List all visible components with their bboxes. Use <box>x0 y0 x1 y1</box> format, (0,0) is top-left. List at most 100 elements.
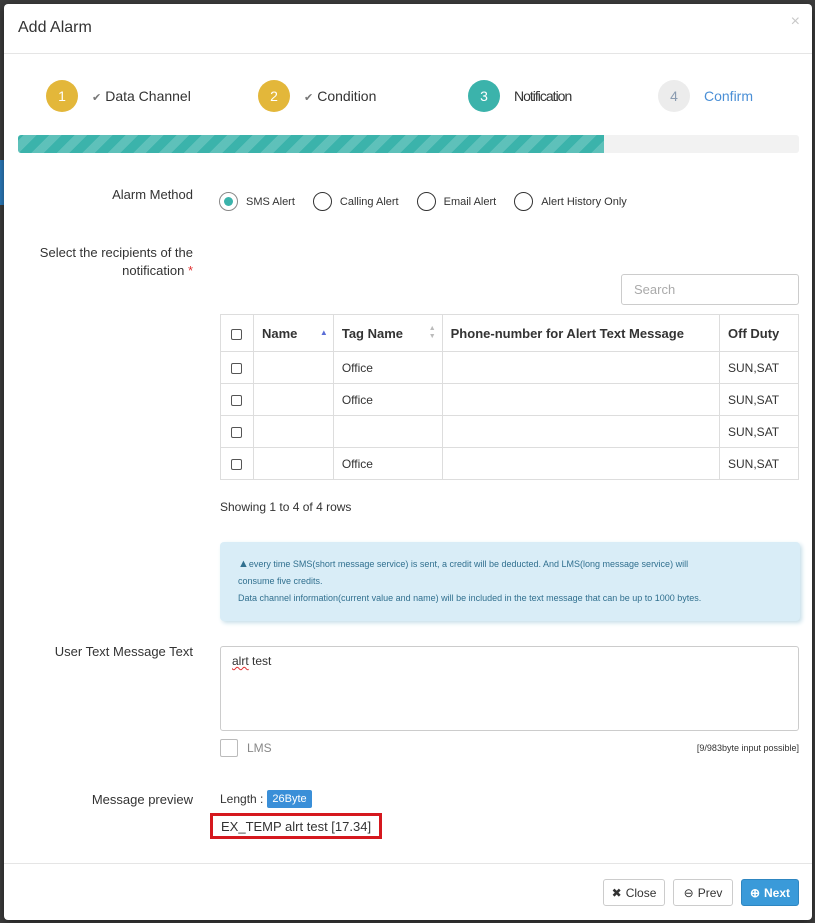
lms-label: LMS <box>247 741 272 755</box>
row-checkbox[interactable] <box>231 458 242 470</box>
radio-button[interactable] <box>312 192 332 211</box>
prev-button-label: Prev <box>697 885 723 900</box>
close-button[interactable]: ✖ Close <box>603 879 665 906</box>
dialog-header: Add Alarm × <box>4 4 812 54</box>
arrow-right-circle-icon: ⊕ <box>749 885 761 900</box>
message-preview-text: EX_TEMP alrt test [17.34] <box>210 813 383 839</box>
lms-option[interactable]: LMS <box>220 739 272 757</box>
step-confirm[interactable]: 4 Confirm <box>658 80 753 112</box>
step-data-channel[interactable]: 1 ✔ Data Channel <box>46 80 191 112</box>
row-checkbox[interactable] <box>231 362 242 374</box>
message-preview-label: Message preview <box>91 792 193 807</box>
tag-cell: Office <box>332 383 443 416</box>
phone-cell <box>441 415 721 448</box>
radio-button[interactable] <box>219 192 238 211</box>
step-label-text: Confirm <box>704 88 754 104</box>
notice-line: every time SMS(short message service) is… <box>248 559 689 569</box>
step-label-text: Notification <box>514 88 572 104</box>
check-icon: ✔ <box>92 92 102 104</box>
tag-cell: Office <box>332 351 443 384</box>
off-duty-cell: SUN,SAT <box>719 383 799 416</box>
step-label: ✔ Condition <box>304 88 376 104</box>
name-cell <box>252 447 334 480</box>
row-select-cell <box>220 383 254 416</box>
table-row[interactable]: SUN,SAT <box>220 415 799 448</box>
radio-alert-history-only[interactable]: Alert History Only <box>514 192 627 211</box>
lms-checkbox[interactable] <box>220 739 238 757</box>
step-notification[interactable]: 3 Notification <box>468 80 572 112</box>
column-header-label: Off Duty <box>728 325 780 341</box>
user-text-label: User Text Message Text <box>54 644 193 659</box>
pagination-info: Showing 1 to 4 of 4 rows <box>220 500 352 514</box>
prev-button[interactable]: ⊖ Prev <box>673 879 733 906</box>
sms-credit-notice: ▲every time SMS(short message service) i… <box>220 542 800 621</box>
arrow-left-circle-icon: ⊖ <box>683 885 694 900</box>
radio-calling-alert[interactable]: Calling Alert <box>312 192 399 211</box>
message-text: test <box>248 654 272 668</box>
close-button-label: Close <box>625 885 657 900</box>
next-button-label: Next <box>764 885 791 900</box>
tag-cell <box>332 415 443 448</box>
dialog-title: Add Alarm <box>18 19 92 36</box>
alarm-method-radio-group: SMS Alert Calling Alert Email Alert Aler… <box>219 192 645 211</box>
radio-label: Alert History Only <box>541 195 627 208</box>
required-asterisk: * <box>187 263 193 278</box>
progress-fill <box>18 135 604 153</box>
column-header-phone[interactable]: Phone-number for Alert Text Message <box>441 314 721 352</box>
phone-cell <box>441 351 721 384</box>
check-icon: ✔ <box>304 92 314 104</box>
radio-label: Calling Alert <box>339 195 399 208</box>
search-input[interactable] <box>621 274 799 305</box>
recipients-table: Name ▲ Tag Name ▲ ▼ Phone-number for Alert … <box>220 314 799 480</box>
step-number-badge: 3 <box>468 80 500 112</box>
table-row[interactable]: Office SUN,SAT <box>220 447 799 480</box>
off-duty-cell: SUN,SAT <box>719 351 799 384</box>
step-number-badge: 1 <box>46 80 78 112</box>
warning-icon: ▲ <box>238 558 249 570</box>
column-header-label: Name <box>261 325 298 341</box>
select-all-cell <box>220 314 254 352</box>
recipients-label-line1: Select the recipients of the <box>39 245 193 260</box>
length-label: Length : <box>220 792 264 806</box>
user-text-message-input[interactable]: alrt test <box>220 646 799 731</box>
close-icon: ✖ <box>611 885 622 900</box>
table-header-row: Name ▲ Tag Name ▲ ▼ Phone-number for Alert … <box>220 314 799 352</box>
phone-cell <box>441 383 721 416</box>
row-checkbox[interactable] <box>231 426 242 438</box>
select-all-checkbox[interactable] <box>231 328 242 340</box>
notice-line: consume five credits. <box>238 576 323 586</box>
off-duty-cell: SUN,SAT <box>719 447 799 480</box>
row-select-cell <box>220 447 254 480</box>
misspelled-word: alrt <box>232 654 249 668</box>
recipients-label: Select the recipients of the notificatio… <box>40 244 193 280</box>
row-select-cell <box>220 351 254 384</box>
column-header-label: Tag Name <box>341 325 404 341</box>
radio-email-alert[interactable]: Email Alert <box>416 192 496 211</box>
column-header-off-duty[interactable]: Off Duty <box>719 314 799 352</box>
length-badge: 26Byte <box>267 790 312 808</box>
next-button[interactable]: ⊕ Next <box>741 879 799 906</box>
step-number-badge: 2 <box>258 80 290 112</box>
column-header-tag-name[interactable]: Tag Name ▲ ▼ <box>332 314 443 352</box>
tag-cell: Office <box>332 447 443 480</box>
radio-button[interactable] <box>416 192 436 211</box>
close-icon[interactable]: × <box>791 13 800 31</box>
name-cell <box>252 383 334 416</box>
step-condition[interactable]: 2 ✔ Condition <box>258 80 376 112</box>
phone-cell <box>441 447 721 480</box>
alarm-method-label: Alarm Method <box>112 187 193 202</box>
row-checkbox[interactable] <box>231 394 242 406</box>
table-row[interactable]: Office SUN,SAT <box>220 383 799 416</box>
name-cell <box>252 415 334 448</box>
sort-asc-icon: ▲ <box>319 328 328 337</box>
radio-label: SMS Alert <box>246 195 295 208</box>
radio-sms-alert[interactable]: SMS Alert <box>219 192 295 211</box>
radio-button[interactable] <box>514 192 534 211</box>
step-label: ✔ Data Channel <box>92 88 191 104</box>
message-length: Length : 26Byte <box>220 790 312 808</box>
column-header-name[interactable]: Name ▲ <box>252 314 334 352</box>
step-label-text: Data Channel <box>105 88 191 104</box>
column-header-label: Phone-number for Alert Text Message <box>450 325 684 341</box>
table-row[interactable]: Office SUN,SAT <box>220 351 799 384</box>
wizard-steps: 1 ✔ Data Channel 2 ✔ Condition 3 Notificat… <box>4 80 812 114</box>
